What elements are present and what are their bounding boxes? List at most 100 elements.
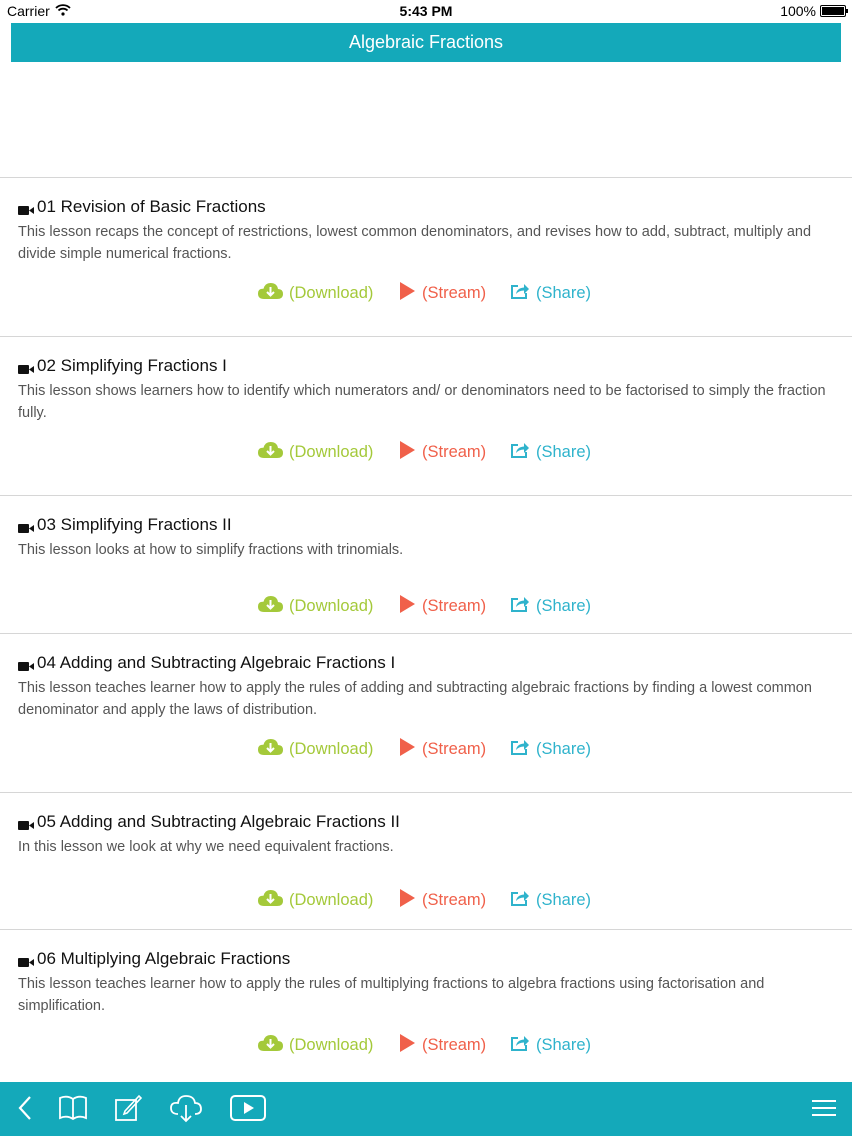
download-label: (Download) xyxy=(289,596,374,615)
stream-button[interactable]: (Stream) xyxy=(399,440,486,464)
lesson-row[interactable]: 06 Multiplying Algebraic Fractions This l… xyxy=(0,930,852,1087)
lesson-title: 01 Revision of Basic Fractions xyxy=(18,197,266,217)
lesson-actions: (Download) (Stream) (Share) xyxy=(0,440,852,464)
lesson-title: 03 Simplifying Fractions II xyxy=(18,515,232,535)
lesson-actions: (Download) (Stream) (Share) xyxy=(0,1033,852,1057)
lesson-row[interactable]: 05 Adding and Subtracting Algebraic Frac… xyxy=(0,793,852,930)
download-button[interactable]: (Download) xyxy=(258,594,373,618)
share-label: (Share) xyxy=(536,739,592,758)
lesson-actions: (Download) (Stream) (Share) xyxy=(0,888,852,912)
lesson-title: 05 Adding and Subtracting Algebraic Frac… xyxy=(18,812,400,832)
stream-label: (Stream) xyxy=(422,283,487,302)
cloud-download-icon xyxy=(258,738,289,761)
video-camera-icon xyxy=(18,519,37,533)
lesson-title-text: 04 Adding and Subtracting Algebraic Frac… xyxy=(37,653,396,672)
stream-label: (Stream) xyxy=(422,596,487,615)
share-button[interactable]: (Share) xyxy=(510,594,591,618)
edit-icon[interactable] xyxy=(113,1093,143,1128)
share-button[interactable]: (Share) xyxy=(510,888,591,912)
share-button[interactable]: (Share) xyxy=(510,737,591,761)
stream-button[interactable]: (Stream) xyxy=(399,888,486,912)
video-camera-icon xyxy=(18,816,37,830)
download-label: (Download) xyxy=(289,739,374,758)
lesson-description: In this lesson we look at why we need eq… xyxy=(18,839,394,855)
lesson-title-text: 06 Multiplying Algebraic Fractions xyxy=(37,949,291,968)
share-icon xyxy=(510,1034,536,1057)
share-button[interactable]: (Share) xyxy=(510,440,591,464)
stream-button[interactable]: (Stream) xyxy=(399,281,486,305)
page-title: Algebraic Fractions xyxy=(348,32,504,52)
lesson-title-text: 01 Revision of Basic Fractions xyxy=(37,197,266,216)
cloud-download-icon xyxy=(258,282,289,305)
download-label: (Download) xyxy=(289,1035,374,1054)
stream-label: (Stream) xyxy=(422,442,487,461)
share-label: (Share) xyxy=(536,442,592,461)
stream-button[interactable]: (Stream) xyxy=(399,594,486,618)
play-icon xyxy=(399,888,422,913)
stream-button[interactable]: (Stream) xyxy=(399,737,486,761)
stream-button[interactable]: (Stream) xyxy=(399,1033,486,1057)
download-button[interactable]: (Download) xyxy=(258,1033,373,1057)
battery-icon xyxy=(820,5,848,17)
cloud-download-icon xyxy=(258,889,289,912)
cloud-download-icon xyxy=(258,441,289,464)
download-button[interactable]: (Download) xyxy=(258,440,373,464)
status-time: 5:43 PM xyxy=(399,3,453,19)
lesson-actions: (Download) (Stream) (Share) xyxy=(0,737,852,761)
stream-label: (Stream) xyxy=(422,739,487,758)
lesson-row[interactable]: 02 Simplifying Fractions I This lesson sh… xyxy=(0,337,852,496)
lesson-title: 02 Simplifying Fractions I xyxy=(18,356,227,376)
video-camera-icon xyxy=(18,360,37,374)
download-button[interactable]: (Download) xyxy=(258,281,373,305)
lesson-list: 01 Revision of Basic Fractions This lesso… xyxy=(0,178,852,1087)
share-label: (Share) xyxy=(536,890,592,909)
stream-label: (Stream) xyxy=(422,1035,487,1054)
play-icon[interactable] xyxy=(229,1093,267,1128)
share-label: (Share) xyxy=(536,283,592,302)
share-button[interactable]: (Share) xyxy=(510,1033,591,1057)
download-label: (Download) xyxy=(289,890,374,909)
lesson-title-text: 05 Adding and Subtracting Algebraic Frac… xyxy=(37,812,400,831)
share-label: (Share) xyxy=(536,1035,592,1054)
lesson-description: This lesson teaches learner how to apply… xyxy=(18,976,765,1014)
download-button[interactable]: (Download) xyxy=(258,888,373,912)
video-camera-icon xyxy=(18,657,37,671)
play-icon xyxy=(399,281,422,306)
download-button[interactable]: (Download) xyxy=(258,737,373,761)
download-label: (Download) xyxy=(289,283,374,302)
lesson-description: This lesson teaches learner how to apply… xyxy=(18,680,812,718)
video-camera-icon xyxy=(18,201,37,215)
lesson-row[interactable]: 04 Adding and Subtracting Algebraic Frac… xyxy=(0,634,852,793)
lesson-title: 06 Multiplying Algebraic Fractions xyxy=(18,949,290,969)
lesson-description: This lesson recaps the concept of restri… xyxy=(18,224,812,262)
share-icon xyxy=(510,595,536,618)
lesson-title-text: 03 Simplifying Fractions II xyxy=(37,515,232,534)
share-icon xyxy=(510,738,536,761)
battery-percent: 100% xyxy=(780,3,816,19)
lesson-title-text: 02 Simplifying Fractions I xyxy=(37,356,227,375)
menu-icon[interactable] xyxy=(811,1093,837,1128)
back-icon[interactable] xyxy=(14,1093,36,1128)
lesson-description: This lesson shows learners how to identi… xyxy=(18,383,826,421)
download-label: (Download) xyxy=(289,442,374,461)
play-icon xyxy=(399,594,422,619)
cloud-download-icon[interactable] xyxy=(169,1093,203,1128)
stream-label: (Stream) xyxy=(422,890,487,909)
bottom-toolbar xyxy=(0,1082,852,1136)
share-button[interactable]: (Share) xyxy=(510,281,591,305)
share-icon xyxy=(510,441,536,464)
lesson-row[interactable]: 01 Revision of Basic Fractions This lesso… xyxy=(0,178,852,337)
lesson-actions: (Download) (Stream) (Share) xyxy=(0,281,852,305)
book-icon[interactable] xyxy=(57,1093,89,1128)
cloud-download-icon xyxy=(258,1034,289,1057)
video-camera-icon xyxy=(18,953,37,967)
title-bar: Algebraic Fractions xyxy=(11,23,841,62)
share-icon xyxy=(510,282,536,305)
play-icon xyxy=(399,1033,422,1058)
lesson-row[interactable]: 03 Simplifying Fractions II This lesson l… xyxy=(0,496,852,634)
lesson-actions: (Download) (Stream) (Share) xyxy=(0,594,852,618)
play-icon xyxy=(399,737,422,762)
lesson-title: 04 Adding and Subtracting Algebraic Frac… xyxy=(18,653,395,673)
cloud-download-icon xyxy=(258,595,289,618)
status-bar: Carrier 5:43 PM 100% xyxy=(0,0,852,22)
